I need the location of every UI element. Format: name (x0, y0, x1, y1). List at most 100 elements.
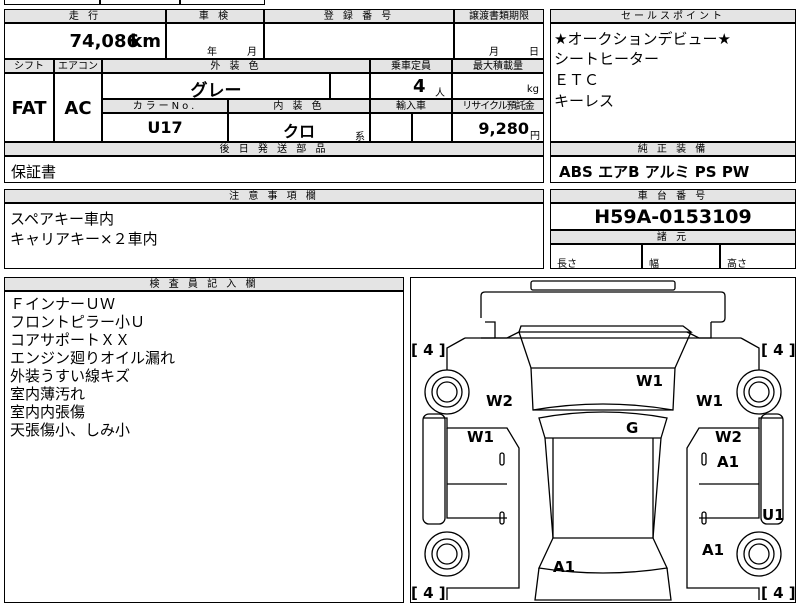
inspector-line: 天張傷小、しみ小 (10, 421, 131, 439)
tire-label-front-left: [ 4 ] (411, 341, 446, 359)
capacity-header: 乗車定員 (370, 59, 452, 73)
height-label: 高さ (727, 259, 747, 269)
capacity-unit: 人 (435, 88, 445, 99)
transfer-deadline-cell: 月 日 (454, 23, 544, 59)
inspection-header: 車 検 (166, 9, 264, 23)
car-diagram: [ 4 ] [ 4 ] [ 4 ] [ 4 ] W1 W2 W1 G W1 W2… (411, 280, 795, 602)
aircon-header: エアコン (54, 59, 102, 73)
transfer-deadline-header: 譲渡書類期限 (454, 9, 544, 23)
exterior-color-header: 外 装 色 (102, 59, 370, 73)
chassis-no-value: H59A-0153109 (594, 206, 752, 228)
later-parts-cell: 保証書 (4, 156, 544, 183)
width-label: 幅 (649, 259, 659, 269)
capacity-cell: 4 人 (370, 73, 452, 99)
interior-color-suffix: 系 (355, 132, 365, 142)
color-no-cell: U17 (102, 113, 228, 142)
later-parts-value: 保証書 (11, 163, 57, 181)
inspector-line: 室内内張傷 (10, 403, 86, 421)
sales-point-header: セールスポイント (550, 9, 796, 23)
sales-point-line: キーレス (554, 92, 615, 110)
max-load-header: 最大積載量 (452, 59, 544, 73)
standard-equipment-cell: ABS エアB アルミ PS PW (550, 156, 796, 183)
notes-line: キャリアキー×２車内 (10, 230, 158, 248)
transfer-day: 日 (529, 47, 539, 58)
notes-line: スペアキー車内 (10, 210, 114, 228)
damage-diagram-panel: [ 4 ] [ 4 ] [ 4 ] [ 4 ] W1 W2 W1 G W1 W2… (410, 277, 796, 603)
inspector-line: コアサポートＸＸ (10, 331, 131, 349)
shift-value: FAT (11, 98, 47, 119)
inspector-line: ＦインナーＵＷ (10, 295, 116, 313)
recycle-value: 9,280 (478, 119, 529, 138)
inspector-line: フロントピラー小Ｕ (10, 313, 146, 331)
inspector-header: 検 査 員 記 入 欄 (4, 277, 404, 291)
exterior-color-value: グレー (190, 81, 242, 99)
inspection-year: 年 (207, 47, 217, 58)
later-parts-header: 後 日 発 送 部 品 (4, 142, 544, 156)
mileage-value: 74,086 (69, 31, 139, 52)
height-cell: 高さ (720, 244, 796, 269)
exterior-color-sub-cell (330, 73, 370, 99)
tire-label-front-right: [ 4 ] (761, 341, 795, 359)
damage-label-roof: W1 (636, 372, 663, 390)
damage-label-right-door: W2 (715, 428, 742, 446)
damage-label-glass: G (626, 419, 638, 437)
recycle-header: リサイクル預託金 (452, 99, 544, 113)
damage-label-right-rocker: U1 (762, 506, 785, 524)
mileage-header: 走 行 (4, 9, 166, 23)
recycle-unit: 円 (530, 131, 540, 142)
top-strip-fragment (180, 0, 265, 5)
notes-cell: スペアキー車内 キャリアキー×２車内 (4, 203, 544, 269)
aircon-value: AC (64, 98, 92, 119)
interior-color-header: 内 装 色 (228, 99, 370, 113)
shift-header: シフト (4, 59, 54, 73)
inspection-cell: 年 月 (166, 23, 264, 59)
transfer-month: 月 (489, 47, 499, 58)
dimensions-header: 諸 元 (550, 230, 796, 244)
exterior-color-cell: グレー (102, 73, 330, 99)
aircon-cell: AC (54, 73, 102, 142)
chassis-no-cell: H59A-0153109 (550, 203, 796, 230)
damage-label-right-fender: W1 (696, 392, 723, 410)
standard-equipment-value: ABS エアB アルミ PS PW (559, 163, 750, 181)
mileage-cell: 74,086 km (4, 23, 166, 59)
sales-point-line: ★オークションデビュー★ (554, 30, 731, 48)
interior-color-cell: クロ 系 (228, 113, 370, 142)
interior-color-value: クロ (282, 122, 315, 141)
chassis-no-header: 車 台 番 号 (550, 189, 796, 203)
damage-label-right-door-2: A1 (717, 453, 739, 471)
inspector-line: エンジン廻りオイル漏れ (10, 349, 176, 367)
damage-label-rear: A1 (553, 558, 575, 576)
damage-label-left-fender: W2 (486, 392, 513, 410)
sales-point-line: ＥＴＣ (554, 71, 600, 89)
notes-header: 注 意 事 項 欄 (4, 189, 544, 203)
sales-point-cell: ★オークションデビュー★ シートヒーター ＥＴＣ キーレス (550, 23, 796, 142)
capacity-value: 4 (413, 76, 426, 97)
inspector-cell: ＦインナーＵＷ フロントピラー小Ｕ コアサポートＸＸ エンジン廻りオイル漏れ 外… (4, 291, 404, 603)
length-label: 長さ (557, 259, 577, 269)
mileage-unit: km (130, 31, 161, 52)
top-strip-left (4, 0, 100, 5)
width-cell: 幅 (642, 244, 720, 269)
recycle-cell: 9,280 円 (452, 113, 544, 142)
max-load-unit: kg (526, 84, 539, 95)
color-no-value: U17 (147, 118, 183, 137)
import-cell-1 (370, 113, 412, 142)
registration-cell (264, 23, 454, 59)
import-header: 輸入車 (370, 99, 452, 113)
inspector-line: 外装うすい線キズ (10, 367, 131, 385)
color-no-header: カラーNo. (102, 99, 228, 113)
shift-cell: FAT (4, 73, 54, 142)
inspector-line: 室内薄汚れ (10, 385, 86, 403)
max-load-cell: kg (452, 73, 544, 99)
tire-label-rear-right: [ 4 ] (761, 584, 795, 602)
length-cell: 長さ (550, 244, 642, 269)
tire-label-rear-left: [ 4 ] (411, 584, 446, 602)
inspection-month: 月 (247, 47, 257, 58)
top-strip-mid (100, 0, 180, 5)
damage-label-left-door: W1 (467, 428, 494, 446)
sales-point-line: シートヒーター (554, 50, 660, 68)
damage-label-right-rear-fender: A1 (702, 541, 724, 559)
registration-header: 登 録 番 号 (264, 9, 454, 23)
standard-equipment-header: 純 正 装 備 (550, 142, 796, 156)
import-cell-2 (412, 113, 452, 142)
